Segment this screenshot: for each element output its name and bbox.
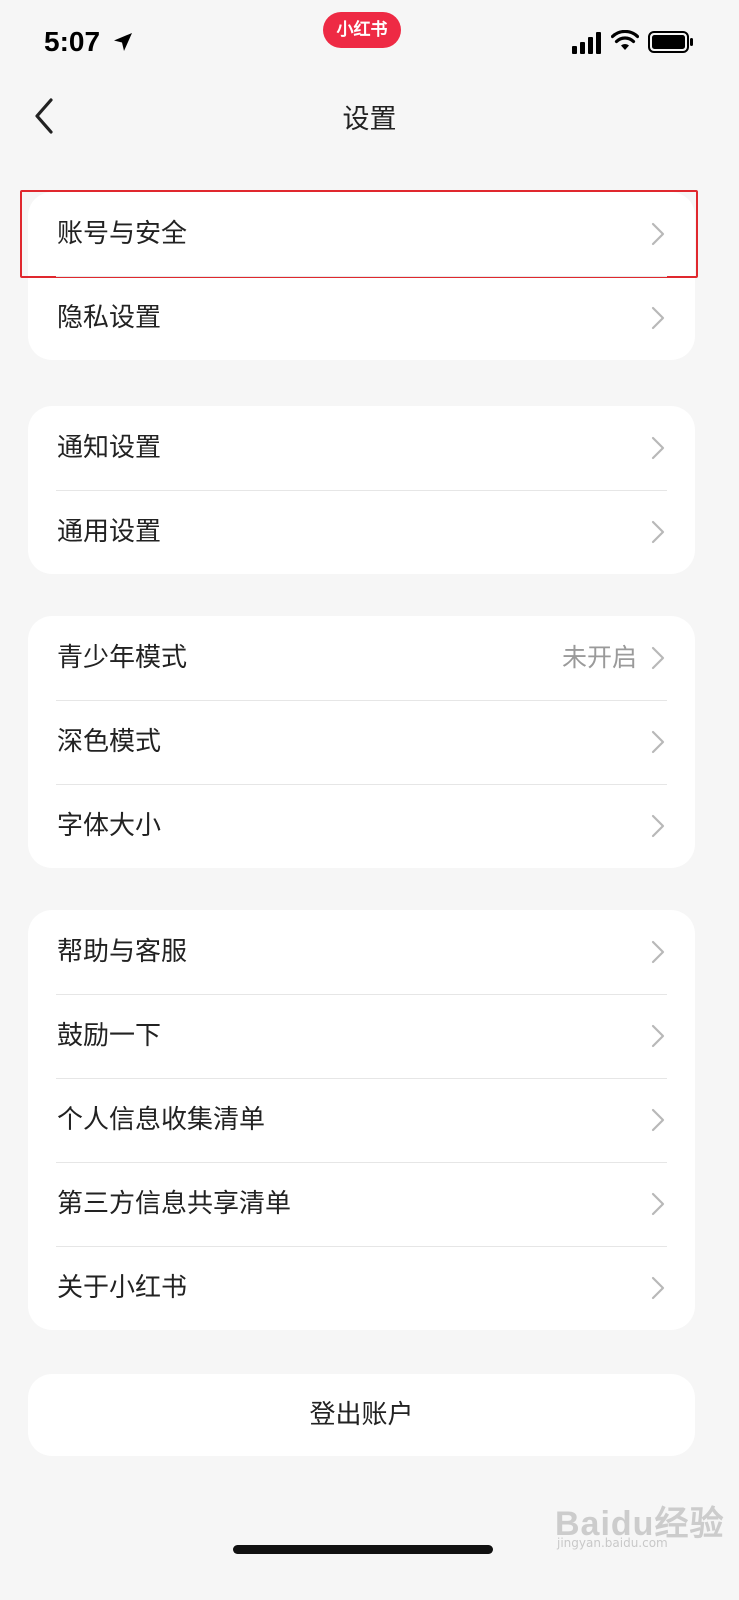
location-arrow-icon [114, 33, 132, 51]
chevron-right-icon [651, 1108, 665, 1132]
settings-item-notifications[interactable]: 通知设置 [28, 406, 695, 490]
settings-item-about[interactable]: 关于小红书 [28, 1246, 695, 1330]
chevron-right-icon [651, 730, 665, 754]
settings-group-account: 账号与安全 隐私设置 [20, 190, 698, 360]
settings-item-teen-mode[interactable]: 青少年模式 未开启 [28, 616, 695, 700]
settings-group-general: 通知设置 通用设置 [28, 406, 695, 574]
settings-group-display: 青少年模式 未开启 深色模式 字体大小 [28, 616, 695, 868]
settings-item-third-party-list[interactable]: 第三方信息共享清单 [28, 1162, 695, 1246]
settings-item-label: 隐私设置 [57, 303, 162, 333]
settings-item-label: 第三方信息共享清单 [57, 1189, 292, 1219]
settings-item-label: 个人信息收集清单 [57, 1105, 266, 1135]
page-title: 设置 [342, 104, 397, 135]
settings-item-label: 关于小红书 [57, 1273, 188, 1303]
settings-group-about: 帮助与客服 鼓励一下 个人信息收集清单 第三方信息共享清单 关于小红书 [28, 910, 695, 1330]
teen-mode-status: 未开启 [561, 643, 637, 672]
watermark-url: jingyan.baidu.com [557, 1536, 668, 1550]
wifi-icon [611, 30, 639, 50]
settings-item-general[interactable]: 通用设置 [28, 490, 695, 574]
app-badge: 小红书 [323, 12, 401, 48]
chevron-right-icon [651, 1192, 665, 1216]
settings-item-help[interactable]: 帮助与客服 [28, 910, 695, 994]
settings-item-encourage[interactable]: 鼓励一下 [28, 994, 695, 1078]
home-indicator[interactable] [233, 1545, 493, 1554]
chevron-right-icon [651, 520, 665, 544]
logout-button[interactable]: 登出账户 [28, 1374, 695, 1456]
settings-item-label: 账号与安全 [57, 219, 188, 249]
settings-item-label: 通知设置 [57, 433, 162, 463]
settings-item-label: 深色模式 [57, 727, 162, 757]
settings-item-label: 字体大小 [57, 811, 162, 841]
settings-item-personal-info-list[interactable]: 个人信息收集清单 [28, 1078, 695, 1162]
chevron-right-icon [651, 814, 665, 838]
chevron-right-icon [651, 940, 665, 964]
status-time: 5:07 [44, 26, 101, 57]
settings-item-label: 青少年模式 [57, 643, 188, 673]
settings-item-font-size[interactable]: 字体大小 [28, 784, 695, 868]
chevron-right-icon [651, 436, 665, 460]
chevron-right-icon [651, 222, 665, 246]
chevron-right-icon [651, 1276, 665, 1300]
settings-item-account-security[interactable]: 账号与安全 [20, 190, 698, 278]
status-bar: 5:07 小红书 [0, 0, 739, 90]
signal-icon [572, 32, 601, 54]
settings-item-label: 帮助与客服 [57, 937, 188, 967]
settings-item-label: 通用设置 [57, 517, 162, 547]
battery-icon [648, 31, 693, 53]
chevron-right-icon [651, 306, 665, 330]
settings-item-dark-mode[interactable]: 深色模式 [28, 700, 695, 784]
chevron-right-icon [651, 646, 665, 670]
settings-item-privacy[interactable]: 隐私设置 [28, 276, 695, 360]
settings-item-label: 鼓励一下 [57, 1021, 162, 1051]
chevron-right-icon [651, 1024, 665, 1048]
nav-bar: 设置 [0, 80, 739, 152]
